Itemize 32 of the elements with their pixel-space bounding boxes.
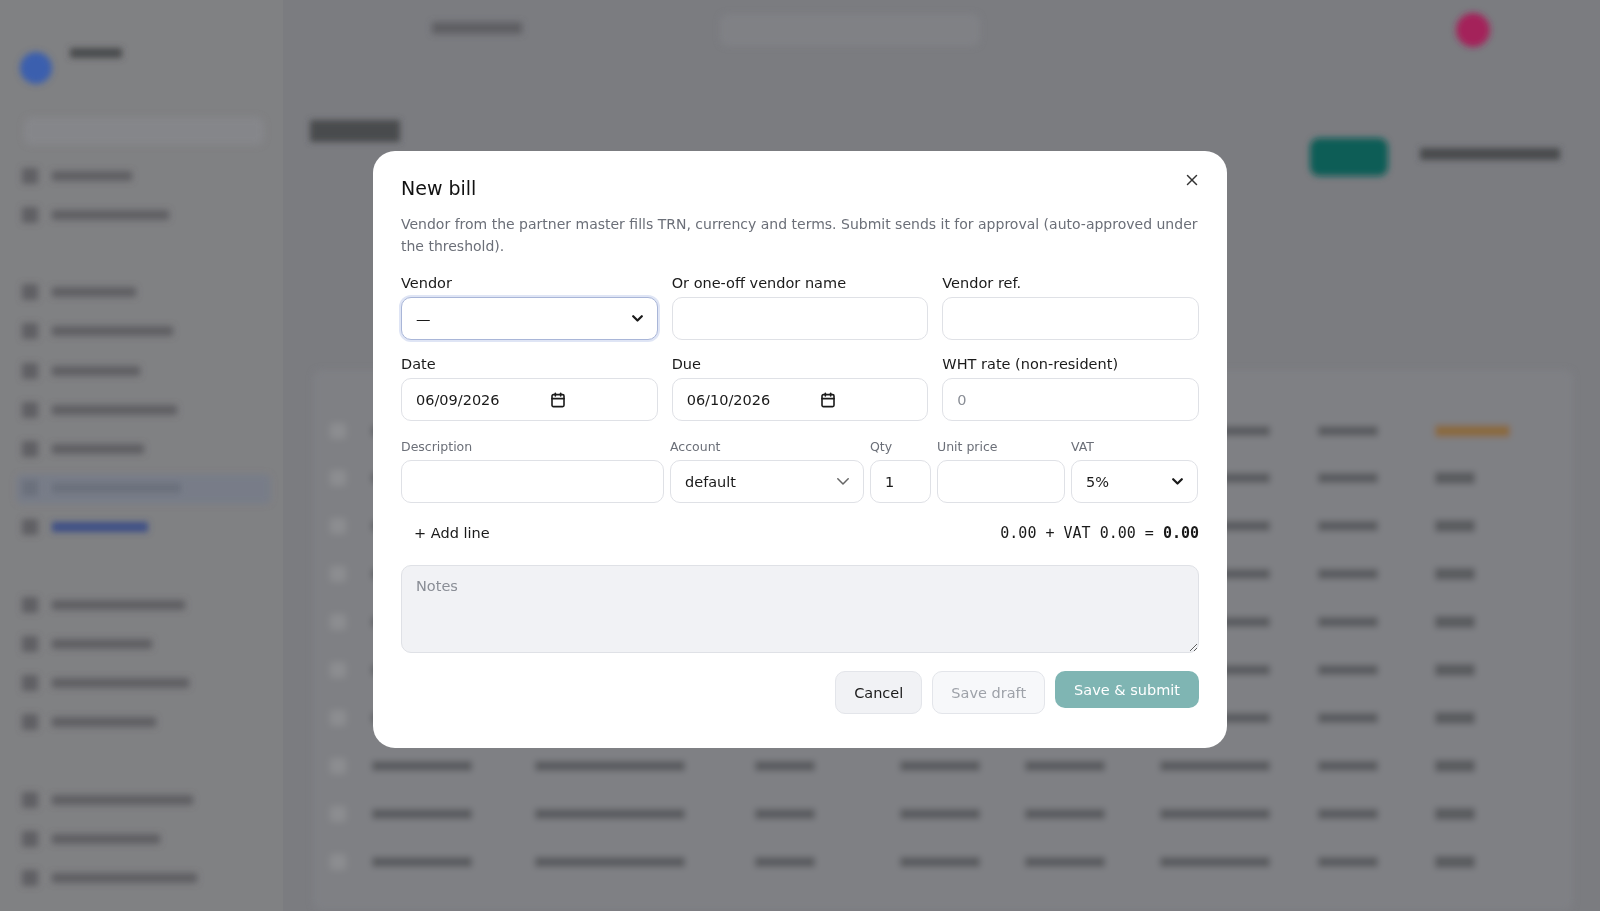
date-field[interactable]: 06/10/2026	[671, 378, 929, 421]
field-label: Or one-off vendor name	[671, 275, 848, 291]
input-field[interactable]	[942, 297, 1199, 340]
add-line-button[interactable]: + Add line	[401, 521, 503, 545]
field-label: Date	[401, 356, 437, 372]
totals-text: 0.00 + VAT 0.00 = 0.00	[1000, 524, 1199, 542]
input-field[interactable]	[401, 460, 664, 503]
chevron-down-icon	[837, 478, 849, 485]
dropdown-field[interactable]: default	[670, 460, 864, 503]
field-label: Vendor ref.	[942, 275, 1023, 291]
field-label: Due	[671, 356, 702, 372]
calendar-icon	[820, 391, 837, 408]
notes-field[interactable]: Notes	[401, 565, 1199, 653]
column-label: Qty	[870, 439, 894, 454]
select-field[interactable]: 5%	[1071, 460, 1198, 503]
chevron-down-icon	[631, 315, 643, 322]
input-field[interactable]: 1	[870, 460, 931, 503]
input-field[interactable]	[937, 460, 1065, 503]
chevron-down-icon	[1172, 478, 1183, 485]
dialog-description: Vendor from the partner master fills TRN, currency and terms. Submit sends it for approval (auto-approved under the threshold).	[401, 215, 1199, 256]
dialog-title: New bill	[401, 177, 477, 199]
column-label: Account	[670, 439, 722, 454]
dialog-button[interactable]: Cancel	[835, 671, 923, 714]
date-field[interactable]: 06/09/2026	[401, 378, 658, 421]
calendar-icon	[549, 391, 566, 408]
select-field[interactable]: —	[401, 297, 658, 340]
field-label: WHT rate (non-resident)	[942, 356, 1120, 372]
column-label: VAT	[1071, 439, 1095, 454]
field-label: Vendor	[401, 275, 453, 291]
column-label: Description	[401, 439, 474, 454]
input-field[interactable]	[671, 297, 929, 340]
column-label: Unit price	[937, 439, 999, 454]
